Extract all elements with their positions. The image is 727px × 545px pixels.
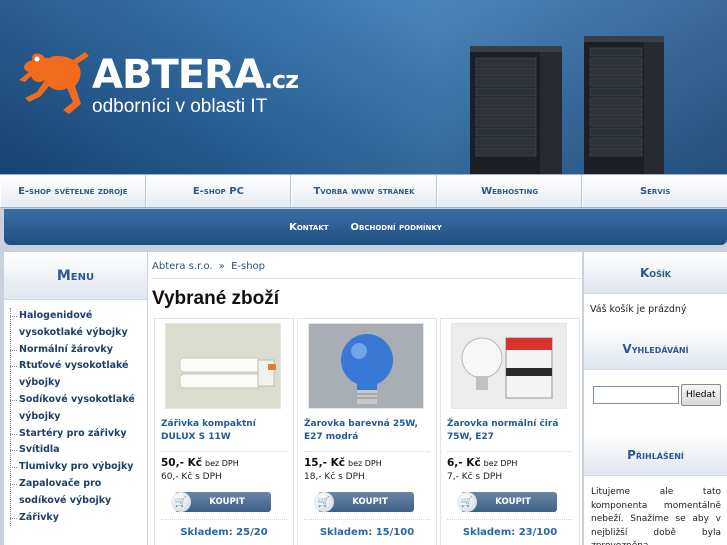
price-incl-vat: 18,- Kč s DPH	[304, 472, 365, 482]
login-title: Přihlášení	[584, 434, 727, 476]
main-content: Abtera s.r.o. » E-shop Vybrané zboží Zář…	[148, 252, 582, 545]
buy-button[interactable]: 🛒 KOUPIT	[457, 492, 557, 512]
stock-status: Skladem: 15/100	[319, 527, 415, 538]
cart-title: Košík	[584, 252, 727, 294]
category-menu: Halogenidové vysokotlaké výbojky Normáln…	[4, 308, 147, 527]
product-name[interactable]: Zářivka kompaktní DULUX S 11W	[161, 418, 291, 444]
product-image[interactable]	[451, 323, 567, 409]
price-excl-vat: 50,- Kč bez DPH	[161, 457, 239, 469]
cart-status: Váš košík je prázdný	[590, 304, 687, 315]
breadcrumb: Abtera s.r.o. » E-shop	[152, 261, 265, 272]
brand-tagline: odborníci v oblasti IT	[92, 96, 268, 117]
product-image[interactable]	[308, 323, 424, 409]
category-item[interactable]: Sodíkové vysokotlaké výbojky	[10, 392, 147, 426]
buy-button[interactable]: 🛒 KOUPIT	[171, 492, 271, 512]
stock-status: Skladem: 25/20	[180, 527, 268, 538]
page: ABTERA.cz odborníci v oblasti IT E-shop …	[0, 0, 727, 545]
cart-icon: 🛒	[457, 492, 477, 512]
main-navigation: E-shop světelné zdroje E-shop PC Tvorba …	[0, 174, 727, 208]
breadcrumb-home[interactable]: Abtera s.r.o.	[152, 261, 213, 272]
divider	[152, 278, 582, 279]
brand-tld: .cz	[263, 66, 299, 94]
breadcrumb-separator: »	[218, 261, 225, 272]
search-button[interactable]: Hledat	[681, 384, 721, 406]
nav-item-eshop-light[interactable]: E-shop světelné zdroje	[0, 175, 146, 207]
sub-navigation: Kontakt Obchodní podmínky	[4, 209, 727, 245]
brand-name: ABTERA.cz	[92, 52, 299, 98]
server-racks-image	[470, 36, 664, 174]
nav-item-web-design[interactable]: Tvorba www stránek	[291, 175, 437, 207]
login-message: Litujeme ale tato komponenta momentálně …	[591, 487, 721, 545]
category-item[interactable]: Normální žárovky	[10, 342, 147, 359]
category-item[interactable]: Halogenidové vysokotlaké výbojky	[10, 308, 147, 342]
product-image[interactable]	[165, 323, 281, 409]
search-form: Hledat	[584, 370, 727, 434]
site-header: ABTERA.cz odborníci v oblasti IT	[0, 0, 727, 174]
frog-logo-icon[interactable]	[15, 40, 95, 116]
category-item[interactable]: Startéry pro zářivky	[10, 426, 147, 443]
price-excl-vat: 15,- Kč bez DPH	[304, 457, 382, 469]
category-item[interactable]: Svítidla	[10, 442, 147, 459]
cart-icon: 🛒	[171, 492, 191, 512]
nav-item-service[interactable]: Servis	[582, 175, 727, 207]
subnav-item-terms[interactable]: Obchodní podmínky	[351, 222, 442, 233]
price-incl-vat: 60,- Kč s DPH	[161, 472, 222, 482]
breadcrumb-eshop[interactable]: E-shop	[231, 261, 265, 272]
page-title: Vybrané zboží	[152, 288, 280, 309]
right-sidebar: Košík Váš košík je prázdný Vyhledávání H…	[584, 252, 727, 545]
category-item[interactable]: Tlumivky pro výbojky	[10, 459, 147, 476]
cart-icon: 🛒	[314, 492, 334, 512]
product-card: Žarovka normální čirá 75W, E27 6,- Kč bez…	[440, 318, 580, 545]
price-excl-vat: 6,- Kč bez DPH	[447, 457, 518, 469]
search-title: Vyhledávání	[584, 328, 727, 370]
search-input[interactable]	[593, 386, 679, 404]
stock-status: Skladem: 23/100	[462, 527, 558, 538]
category-item[interactable]: Zapalovače pro sodíkové výbojky	[10, 476, 147, 510]
left-sidebar: Menu Halogenidové vysokotlaké výbojky No…	[4, 252, 147, 545]
menu-title: Menu	[4, 252, 147, 300]
nav-item-eshop-pc[interactable]: E-shop PC	[145, 175, 292, 207]
nav-item-webhosting[interactable]: Webhosting	[436, 175, 583, 207]
product-name[interactable]: Žarovka normální čirá 75W, E27	[447, 418, 577, 444]
product-card: Žarovka barevná 25W, E27 modrá 15,- Kč be…	[297, 318, 437, 545]
subnav-item-contact[interactable]: Kontakt	[289, 222, 328, 233]
category-item[interactable]: Rtuťové vysokotlaké výbojky	[10, 358, 147, 392]
product-card: Zářivka kompaktní DULUX S 11W 50,- Kč bez…	[154, 318, 294, 545]
price-incl-vat: 7,- Kč s DPH	[447, 472, 503, 482]
buy-button[interactable]: 🛒 KOUPIT	[314, 492, 414, 512]
product-list: Zářivka kompaktní DULUX S 11W 50,- Kč bez…	[154, 318, 580, 545]
category-item[interactable]: Zářivky	[10, 510, 147, 527]
product-name[interactable]: Žarovka barevná 25W, E27 modrá	[304, 418, 434, 444]
